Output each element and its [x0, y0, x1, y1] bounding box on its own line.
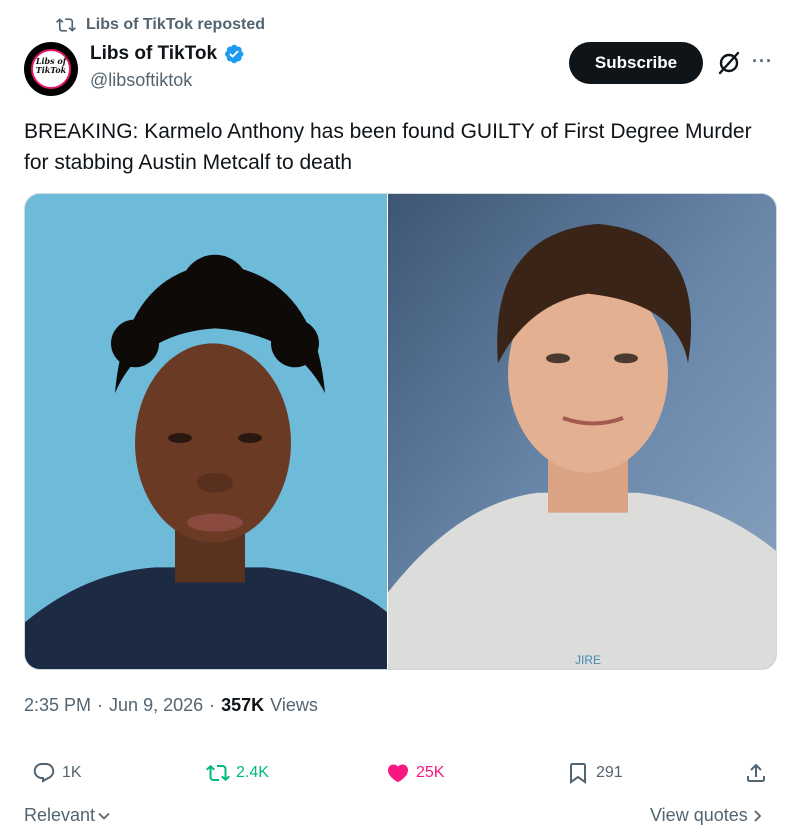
meta-separator: · — [209, 695, 216, 715]
author-name-text: Libs of TikTok — [90, 43, 218, 64]
tweet-text: BREAKING: Karmelo Anthony has been found… — [24, 120, 752, 174]
repost-icon — [56, 18, 76, 32]
tweet-actions: 1K 2.4K 25K 291 — [0, 758, 800, 788]
avatar-logo-text: Libs of TikTok — [35, 56, 67, 75]
repost-indicator[interactable]: Libs of TikTok reposted — [56, 14, 265, 36]
subscribe-button[interactable]: Subscribe — [569, 42, 703, 84]
views-count: 357K — [221, 695, 265, 715]
avatar[interactable]: Libs of TikTok — [24, 42, 78, 96]
repost-button[interactable]: 2.4K — [206, 758, 269, 788]
sort-replies-dropdown[interactable]: Relevant — [24, 805, 111, 826]
share-icon — [747, 763, 765, 782]
tweet-date[interactable]: Jun 9, 2026 — [109, 695, 203, 716]
like-button[interactable]: 25K — [386, 758, 444, 788]
verified-badge-icon — [225, 44, 244, 64]
meta-separator: · — [97, 695, 104, 715]
mugshot-photo[interactable] — [25, 194, 387, 669]
bookmark-button[interactable]: 291 — [566, 758, 623, 788]
reply-button[interactable]: 1K — [32, 758, 82, 788]
chevron-down-icon — [98, 812, 110, 820]
repost-count: 2.4K — [236, 764, 269, 781]
share-button[interactable] — [744, 758, 768, 788]
author-handle[interactable]: @libsoftiktok — [90, 70, 192, 91]
view-quotes-label: View quotes — [650, 805, 748, 825]
reply-icon — [33, 763, 55, 783]
tweet-time[interactable]: 2:35 PM — [24, 695, 91, 716]
like-count: 25K — [416, 764, 445, 781]
repost-label: Libs of TikTok reposted — [86, 16, 265, 33]
heart-icon — [387, 764, 409, 783]
tweet-media[interactable]: JIRE — [24, 193, 777, 670]
view-quotes-link[interactable]: View quotes — [650, 805, 764, 826]
svg-text:JIRE: JIRE — [575, 653, 601, 667]
repost-icon — [206, 764, 230, 782]
tweet-meta: 2:35 PM · Jun 9, 2026 · 357K Views — [24, 695, 318, 716]
sort-label: Relevant — [24, 805, 96, 825]
bookmark-icon — [570, 763, 586, 784]
school-portrait-photo[interactable]: JIRE — [388, 194, 776, 669]
more-icon[interactable]: ··· — [752, 52, 774, 74]
chevron-right-icon — [754, 809, 762, 822]
author-name[interactable]: Libs of TikTok — [90, 43, 245, 65]
reply-count: 1K — [62, 764, 82, 781]
grok-icon[interactable] — [716, 50, 742, 76]
bookmark-count: 291 — [596, 764, 623, 781]
views-label: Views — [270, 695, 318, 715]
